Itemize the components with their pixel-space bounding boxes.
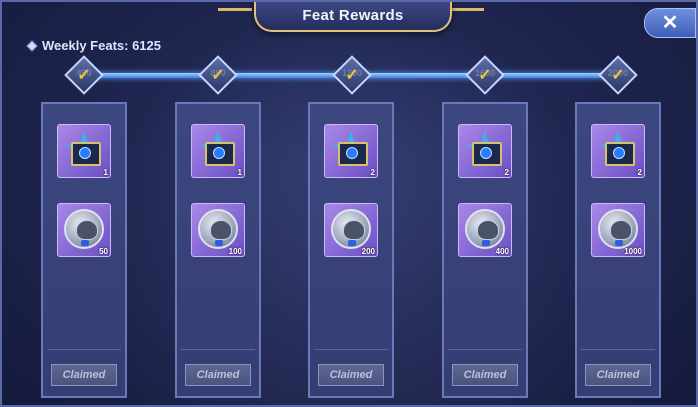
chest-quantity: 1 bbox=[237, 168, 242, 177]
silver-coin-icon bbox=[465, 209, 505, 249]
milestone-check-icon: ✓ bbox=[211, 67, 225, 84]
chest-reward-slot[interactable]: 2 bbox=[458, 124, 512, 178]
coin-reward-slot[interactable]: 200 bbox=[324, 203, 378, 257]
milestone-check-icon: ✓ bbox=[611, 67, 625, 84]
page-title: Feat Rewards bbox=[302, 6, 404, 24]
coin-gem bbox=[482, 240, 490, 246]
coin-quantity: 400 bbox=[495, 247, 509, 256]
chest-gem bbox=[213, 147, 225, 159]
coin-quantity: 50 bbox=[99, 247, 108, 256]
coin-gem bbox=[348, 240, 356, 246]
claimed-label: Claimed bbox=[196, 369, 240, 381]
silver-coin-icon bbox=[64, 209, 104, 249]
chest-quantity: 2 bbox=[504, 168, 509, 177]
coin-reward-slot[interactable]: 400 bbox=[458, 203, 512, 257]
coin-helmet bbox=[477, 220, 499, 240]
milestone-check-icon: ✓ bbox=[478, 67, 492, 84]
claimed-button[interactable]: Claimed bbox=[185, 364, 251, 386]
chest-quantity: 2 bbox=[370, 168, 375, 177]
silver-coin-icon bbox=[598, 209, 638, 249]
diamond-bullet-icon bbox=[26, 39, 38, 52]
chest-reward-slot[interactable]: 1 bbox=[191, 124, 245, 178]
title-ornament-right bbox=[450, 8, 484, 11]
close-button[interactable]: ✕ bbox=[644, 8, 696, 38]
reward-column-5: 2 1000 Claimed bbox=[575, 102, 661, 398]
close-icon: ✕ bbox=[661, 12, 679, 34]
reward-column-2: 1 100 Claimed bbox=[175, 102, 261, 398]
claimed-button[interactable]: Claimed bbox=[452, 364, 518, 386]
title-ornament-left bbox=[218, 8, 252, 11]
coin-gem bbox=[215, 240, 223, 246]
claimed-label: Claimed bbox=[463, 369, 507, 381]
claimed-label: Claimed bbox=[62, 369, 106, 381]
claimed-button[interactable]: Claimed bbox=[51, 364, 117, 386]
coin-gem bbox=[81, 240, 89, 246]
chest-quantity: 2 bbox=[637, 168, 642, 177]
chest-gem bbox=[613, 147, 625, 159]
coin-gem bbox=[615, 240, 623, 246]
silver-coin-icon bbox=[198, 209, 238, 249]
coin-reward-slot[interactable]: 100 bbox=[191, 203, 245, 257]
claimed-button[interactable]: Claimed bbox=[585, 364, 651, 386]
reward-column-3: 2 200 Claimed bbox=[308, 102, 394, 398]
chest-reward-slot[interactable]: 2 bbox=[591, 124, 645, 178]
chest-reward-slot[interactable]: 2 bbox=[324, 124, 378, 178]
chest-gem bbox=[480, 147, 492, 159]
reward-column-4: 2 400 Claimed bbox=[442, 102, 528, 398]
coin-quantity: 100 bbox=[228, 247, 242, 256]
title-plate: Feat Rewards bbox=[254, 2, 452, 32]
coin-reward-slot[interactable]: 1000 bbox=[591, 203, 645, 257]
coin-helmet bbox=[610, 220, 632, 240]
coin-quantity: 200 bbox=[361, 247, 375, 256]
coin-helmet bbox=[343, 220, 365, 240]
feat-rewards-panel: Feat Rewards ✕ Weekly Feats: 6125 400 ✓ … bbox=[0, 0, 698, 407]
weekly-feats: Weekly Feats: 6125 bbox=[26, 38, 161, 53]
claimed-label: Claimed bbox=[596, 369, 640, 381]
coin-quantity: 1000 bbox=[624, 247, 642, 256]
coin-helmet bbox=[76, 220, 98, 240]
reward-column-1: 1 50 Claimed bbox=[41, 102, 127, 398]
claimed-label: Claimed bbox=[329, 369, 373, 381]
chest-reward-slot[interactable]: 1 bbox=[57, 124, 111, 178]
silver-coin-icon bbox=[331, 209, 371, 249]
chest-gem bbox=[346, 147, 358, 159]
milestone-check-icon: ✓ bbox=[345, 67, 359, 84]
coin-reward-slot[interactable]: 50 bbox=[57, 203, 111, 257]
claimed-button[interactable]: Claimed bbox=[318, 364, 384, 386]
chest-quantity: 1 bbox=[103, 168, 108, 177]
coin-helmet bbox=[210, 220, 232, 240]
chest-gem bbox=[79, 147, 91, 159]
milestone-check-icon: ✓ bbox=[77, 67, 91, 84]
weekly-feats-label: Weekly Feats: 6125 bbox=[42, 38, 161, 53]
